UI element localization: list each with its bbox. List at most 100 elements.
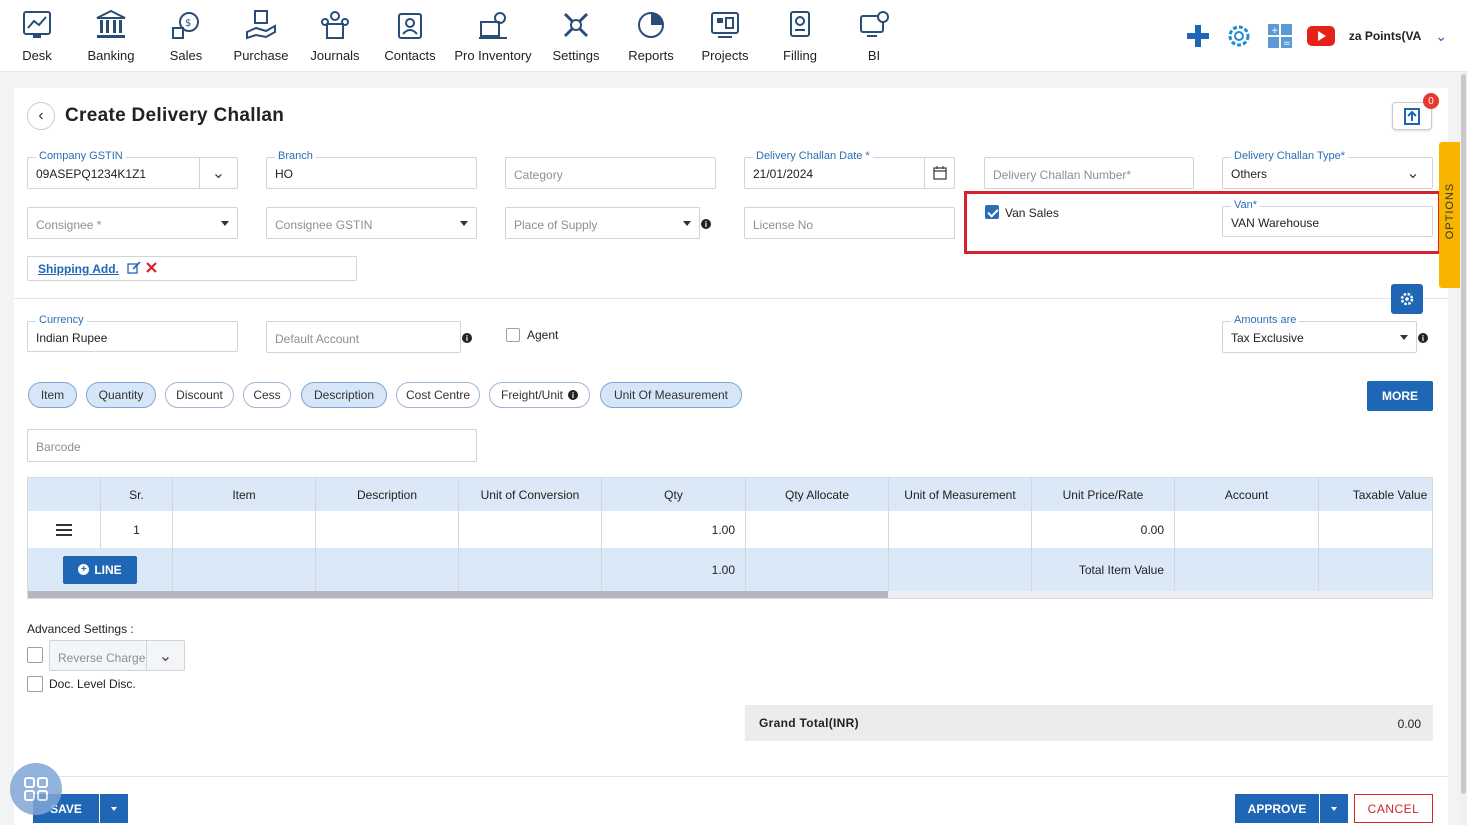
van-select[interactable]: Van* VAN Warehouse	[1222, 199, 1433, 237]
nav-purchase[interactable]: Purchase	[224, 0, 298, 72]
row-drag-handle[interactable]	[28, 511, 101, 548]
plus-icon[interactable]	[1185, 23, 1211, 49]
approve-dropdown-button[interactable]	[1320, 794, 1348, 823]
toggle-description[interactable]: Description	[301, 382, 387, 408]
journals-icon	[321, 11, 349, 39]
challan-type-select[interactable]: Delivery Challan Type* Others ⌄	[1222, 150, 1433, 189]
table-header: Sr. Item Description Unit of Conversion …	[28, 478, 1432, 511]
page-scrollbar-thumb[interactable]	[1461, 74, 1466, 794]
toggle-discount[interactable]: Discount	[165, 382, 234, 408]
desk-icon	[23, 11, 51, 38]
cell-taxable: 0	[1319, 511, 1432, 548]
edit-icon[interactable]	[127, 261, 141, 275]
cell-description[interactable]	[316, 511, 459, 548]
caret-down-icon	[683, 221, 691, 226]
company-gstin-select[interactable]: Company GSTIN 09ASEPQ1234K1Z1 ⌄	[27, 150, 238, 189]
agent-checkbox[interactable]	[506, 328, 520, 342]
nav-journals[interactable]: Journals	[298, 0, 372, 72]
delete-icon[interactable]	[146, 262, 157, 273]
toggle-item[interactable]: Item	[28, 382, 77, 408]
doc-level-disc-checkbox[interactable]	[27, 676, 43, 692]
amounts-are-select[interactable]: Amounts are Tax Exclusive	[1222, 314, 1417, 353]
toggle-quantity[interactable]: Quantity	[86, 382, 156, 408]
calculator-icon[interactable]: +=	[1267, 23, 1293, 49]
column-header: Description	[316, 478, 459, 511]
user-name[interactable]: za Points(VA	[1349, 29, 1421, 43]
items-table: Sr. Item Description Unit of Conversion …	[27, 477, 1433, 599]
section-divider	[14, 298, 1448, 299]
branch-field[interactable]: Branch HO	[266, 150, 477, 189]
cell-account[interactable]	[1175, 511, 1319, 548]
default-account-field[interactable]: Default Account	[266, 321, 461, 353]
reverse-charge-checkbox[interactable]	[27, 647, 43, 663]
page-scrollbar[interactable]	[1460, 72, 1467, 825]
reports-icon	[638, 12, 664, 38]
cell-uom[interactable]	[889, 511, 1032, 548]
barcode-field[interactable]: Barcode	[27, 429, 477, 462]
gear-icon	[1400, 292, 1414, 306]
caret-down-icon	[1331, 806, 1337, 811]
nav-sales[interactable]: $ Sales	[148, 0, 224, 72]
nav-desk[interactable]: Desk	[0, 0, 74, 72]
nav-contacts[interactable]: Contacts	[372, 0, 448, 72]
nav-settings[interactable]: Settings	[538, 0, 614, 72]
column-settings-button[interactable]	[1391, 284, 1423, 314]
apps-grid-button[interactable]	[10, 763, 62, 815]
caret-down-icon	[460, 221, 468, 226]
challan-number-field[interactable]: Delivery Challan Number*	[984, 157, 1194, 189]
back-button[interactable]: ‹	[27, 102, 55, 130]
calendar-icon[interactable]	[924, 158, 954, 188]
category-field[interactable]: Category	[505, 157, 716, 189]
cell-rate[interactable]: 0.00	[1032, 511, 1175, 548]
reverse-charge-select[interactable]: Reverse Charge ⌄	[49, 640, 185, 671]
more-button[interactable]: MORE	[1367, 381, 1433, 411]
doc-level-disc-label: Doc. Level Disc.	[49, 677, 136, 691]
column-header	[28, 478, 101, 511]
nav-pro-inventory[interactable]: Pro Inventory	[448, 0, 538, 72]
shipping-address-link[interactable]: Shipping Add.	[38, 262, 119, 276]
nav-filling[interactable]: Filling	[762, 0, 838, 72]
cancel-button[interactable]: CANCEL	[1354, 794, 1433, 823]
info-icon[interactable]: i	[1418, 333, 1428, 343]
column-header: Account	[1175, 478, 1319, 511]
cell-unit-conversion[interactable]	[459, 511, 602, 548]
info-icon[interactable]: i	[701, 219, 711, 229]
svg-text:+: +	[1271, 26, 1279, 36]
cell-qty-allocate[interactable]	[746, 511, 889, 548]
add-line-cell: + LINE	[28, 548, 173, 591]
bank-icon	[96, 9, 126, 38]
column-header: Unit of Conversion	[459, 478, 602, 511]
toggle-freight-unit[interactable]: Freight/Unit i	[489, 382, 590, 408]
currency-select[interactable]: Currency Indian Rupee	[27, 314, 238, 352]
nav-bi[interactable]: BI	[838, 0, 910, 72]
toggle-unit-of-measurement[interactable]: Unit Of Measurement	[600, 382, 742, 408]
cell-qty[interactable]: 1.00	[602, 511, 746, 548]
options-tab[interactable]: OPTIONS	[1439, 142, 1461, 288]
grand-total-value: 0.00	[1397, 717, 1421, 731]
nav-reports[interactable]: Reports	[614, 0, 688, 72]
column-header: Qty	[602, 478, 746, 511]
table-row: 1 1.00 0.00 0	[28, 511, 1432, 548]
grand-total-label: Grand Total(INR)	[759, 716, 859, 730]
approve-button[interactable]: APPROVE	[1235, 794, 1319, 823]
table-scrollbar-thumb[interactable]	[28, 591, 888, 598]
challan-date-field[interactable]: Delivery Challan Date * 21/01/2024	[744, 150, 955, 189]
save-dropdown-button[interactable]	[100, 794, 128, 823]
van-sales-checkbox[interactable]	[985, 205, 999, 219]
consignee-select[interactable]: Consignee *	[27, 207, 238, 239]
plus-circle-icon: +	[78, 564, 90, 575]
chevron-down-icon[interactable]: ⌄	[1435, 28, 1447, 45]
consignee-gstin-select[interactable]: Consignee GSTIN	[266, 207, 477, 239]
add-line-button[interactable]: + LINE	[63, 555, 137, 584]
toggle-cess[interactable]: Cess	[243, 382, 291, 408]
license-no-field[interactable]: License No	[744, 207, 955, 239]
toggle-cost-centre[interactable]: Cost Centre	[396, 382, 480, 408]
nav-projects[interactable]: Projects	[688, 0, 762, 72]
cell-item[interactable]	[173, 511, 316, 548]
place-of-supply-select[interactable]: Place of Supply	[505, 207, 700, 239]
grand-total-bar: Grand Total(INR) 0.00	[745, 705, 1433, 741]
gear-icon[interactable]	[1225, 22, 1253, 50]
info-icon[interactable]: i	[462, 333, 472, 343]
youtube-icon[interactable]	[1306, 26, 1335, 46]
nav-banking[interactable]: Banking	[74, 0, 148, 72]
